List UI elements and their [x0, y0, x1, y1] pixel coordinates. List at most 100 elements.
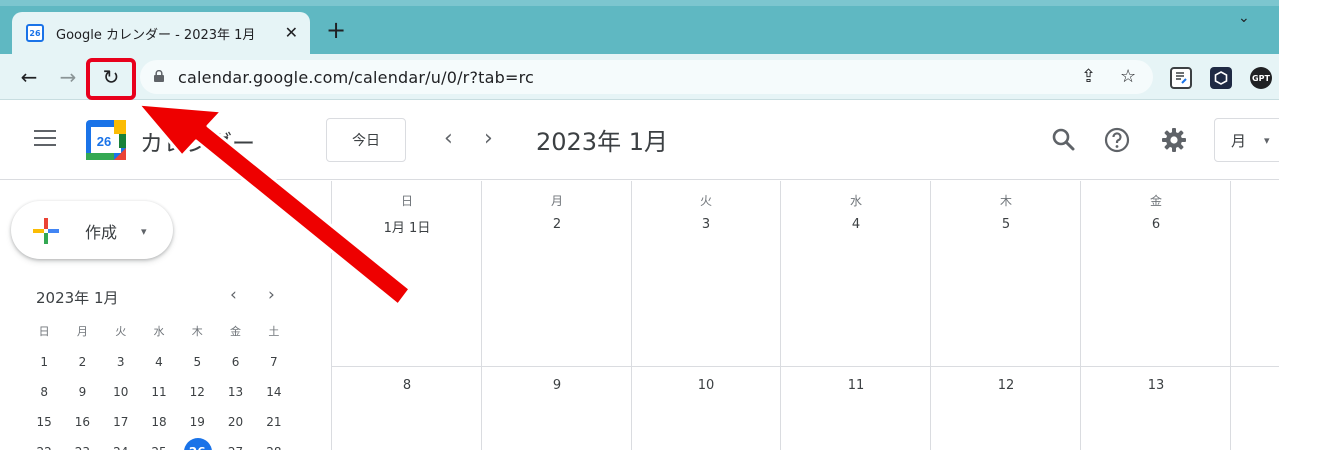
help-icon[interactable] — [1103, 126, 1131, 154]
url-text: calendar.google.com/calendar/u/0/r?tab=r… — [178, 68, 535, 87]
notes-extension-icon[interactable] — [1170, 67, 1192, 89]
mini-next-month-icon[interactable]: › — [268, 285, 275, 305]
mini-day[interactable]: 23 — [63, 442, 101, 450]
mini-week-row: 22 23 24 25 26 27 28 — [25, 438, 293, 450]
bookmark-star-icon[interactable]: ☆ — [1120, 66, 1136, 87]
mini-day[interactable]: 7 — [255, 352, 293, 382]
new-tab-button[interactable]: + — [326, 18, 346, 42]
mini-day[interactable]: 17 — [102, 412, 140, 442]
day-number[interactable]: 11 — [781, 378, 931, 393]
share-icon[interactable]: ⇪ — [1081, 66, 1096, 87]
day-number[interactable]: 6 — [1081, 217, 1231, 232]
main-menu-icon[interactable] — [34, 130, 58, 148]
app-title: カレンダー — [140, 131, 255, 157]
mini-weekday-row: 日 月 火 水 木 金 土 — [25, 322, 293, 352]
mini-day[interactable]: 14 — [255, 382, 293, 412]
prev-month-icon[interactable]: ‹ — [444, 126, 453, 151]
tab-strip-top — [0, 0, 1279, 6]
day-column[interactable]: 金 6 13 — [1081, 181, 1231, 450]
mini-day[interactable]: 20 — [216, 412, 254, 442]
mini-day[interactable]: 27 — [216, 442, 254, 450]
mini-weekday: 金 — [230, 325, 242, 338]
mini-day[interactable]: 6 — [216, 352, 254, 382]
mini-day[interactable]: 16 — [63, 412, 101, 442]
day-column[interactable]: 月 2 9 — [482, 181, 632, 450]
next-month-icon[interactable]: › — [484, 126, 493, 151]
day-number[interactable]: 5 — [931, 217, 1081, 232]
mini-day[interactable]: 9 — [63, 382, 101, 412]
day-number[interactable]: 10 — [631, 378, 781, 393]
mini-day[interactable]: 8 — [25, 382, 63, 412]
calendar-favicon-icon: 26 — [26, 24, 44, 42]
day-number[interactable]: 2 — [482, 217, 632, 232]
mini-day[interactable]: 2 — [63, 352, 101, 382]
day-number[interactable]: 12 — [931, 378, 1081, 393]
mini-prev-month-icon[interactable]: ‹ — [230, 285, 237, 305]
gpt-extension-icon[interactable]: GPT — [1250, 67, 1272, 89]
mini-day[interactable]: 21 — [255, 412, 293, 442]
create-caret-icon: ▾ — [141, 225, 147, 238]
day-number[interactable]: 1月 1日 — [332, 217, 482, 236]
current-month-title: 2023年 1月 — [536, 128, 668, 156]
settings-gear-icon[interactable] — [1160, 126, 1188, 154]
mini-day[interactable]: 10 — [102, 382, 140, 412]
back-button[interactable]: ← — [16, 64, 42, 90]
day-number[interactable]: 8 — [332, 378, 482, 393]
day-number[interactable]: 4 — [781, 217, 931, 232]
tab-search-chevron-icon[interactable]: ⌄ — [1238, 10, 1250, 26]
mini-day[interactable]: 3 — [102, 352, 140, 382]
create-button[interactable]: 作成 ▾ — [11, 201, 173, 259]
column-weekday: 水 — [849, 194, 862, 208]
hex-extension-icon[interactable] — [1210, 67, 1232, 89]
tab-close-icon[interactable]: ✕ — [285, 23, 298, 42]
day-number[interactable]: 7 — [1230, 217, 1279, 232]
mini-calendar-title: 2023年 1月 — [36, 289, 119, 307]
reload-highlight-box — [86, 58, 136, 100]
selected-day-number: 26 — [189, 445, 206, 450]
view-select[interactable]: 月 ▾ — [1214, 118, 1279, 162]
day-number[interactable]: 3 — [631, 217, 781, 232]
pencil-icon — [1176, 72, 1187, 84]
mini-day[interactable]: 15 — [25, 412, 63, 442]
mini-day[interactable]: 4 — [140, 352, 178, 382]
day-column[interactable]: 火 3 10 — [631, 181, 781, 450]
page-margin — [1279, 0, 1344, 450]
week-divider — [332, 366, 1279, 367]
mini-day[interactable]: 13 — [216, 382, 254, 412]
day-number[interactable]: 9 — [482, 378, 632, 393]
mini-week-row: 1 2 3 4 5 6 7 — [25, 352, 293, 382]
day-number[interactable]: 13 — [1081, 378, 1231, 393]
day-column[interactable]: 日 1月 1日 8 — [332, 181, 482, 450]
mini-day[interactable]: 28 — [255, 442, 293, 450]
column-weekday: 月 — [550, 194, 563, 208]
day-number[interactable]: 14 — [1230, 378, 1279, 393]
mini-day-selected[interactable]: 26 — [178, 438, 216, 450]
mini-day[interactable]: 18 — [140, 412, 178, 442]
mini-weekday: 日 — [38, 325, 50, 338]
search-icon[interactable] — [1050, 126, 1078, 154]
column-weekday: 金 — [1149, 194, 1162, 208]
mini-day[interactable]: 24 — [102, 442, 140, 450]
mini-calendar: 日 月 火 水 木 金 土 1 2 3 4 5 6 7 8 9 10 11 12… — [25, 322, 293, 450]
tab-google-calendar[interactable]: 26 Google カレンダー - 2023年 1月 ✕ — [12, 12, 310, 54]
tab-strip: 26 Google カレンダー - 2023年 1月 ✕ + ⌄ — [0, 0, 1279, 54]
column-weekday: 日 — [400, 194, 413, 208]
mini-day[interactable]: 11 — [140, 382, 178, 412]
day-column[interactable]: 木 5 12 — [931, 181, 1081, 450]
hexagon-icon — [1214, 71, 1228, 85]
address-bar[interactable]: calendar.google.com/calendar/u/0/r?tab=r… — [140, 60, 1153, 94]
create-label: 作成 — [85, 223, 118, 242]
mini-day[interactable]: 25 — [140, 442, 178, 450]
month-grid: 日 1月 1日 8 月 2 9 火 3 10 水 4 11 木 5 12 金 6… — [331, 181, 1279, 450]
mini-day[interactable]: 22 — [25, 442, 63, 450]
mini-day[interactable]: 1 — [25, 352, 63, 382]
day-column[interactable]: 水 4 11 — [781, 181, 931, 450]
forward-button[interactable]: → — [55, 64, 81, 90]
view-caret-icon: ▾ — [1264, 133, 1270, 147]
today-button[interactable]: 今日 — [326, 118, 406, 162]
mini-week-row: 8 9 10 11 12 13 14 — [25, 382, 293, 412]
day-column[interactable]: 土 7 14 — [1230, 181, 1279, 450]
logo-day-number: 26 — [97, 134, 111, 149]
mini-day[interactable]: 5 — [178, 352, 216, 382]
mini-day[interactable]: 12 — [178, 382, 216, 412]
